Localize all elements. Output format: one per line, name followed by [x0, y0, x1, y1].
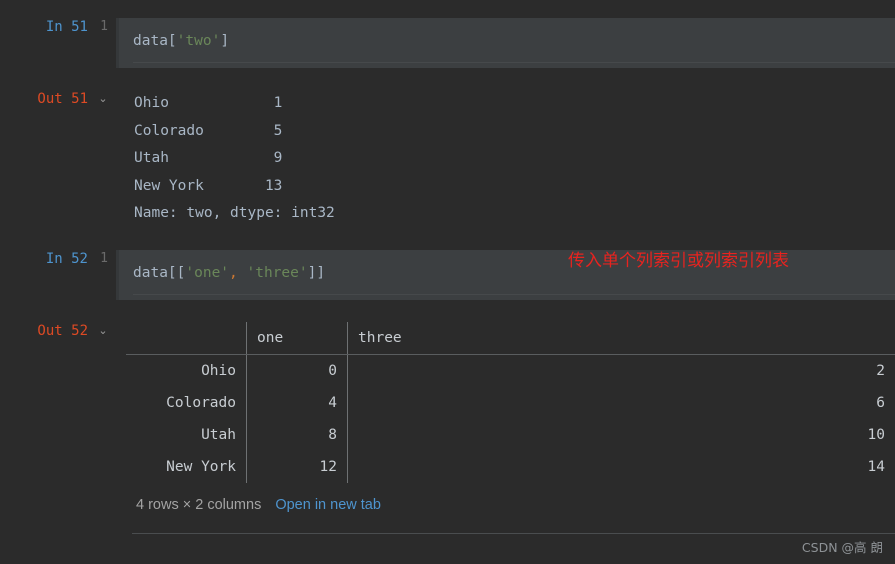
cell-value: 2: [876, 362, 885, 379]
output-line: New York 13: [134, 177, 283, 194]
cell-value: 0: [246, 354, 348, 387]
index-column-header: [126, 321, 247, 355]
cell-value: 12: [246, 450, 348, 483]
code-token-bracket: [: [167, 33, 177, 49]
line-number: 1: [100, 19, 108, 34]
dataframe-body: Ohio 0 2 Colorado 4 6 Utah 8 10 New York…: [126, 354, 895, 483]
code-cell-in-52[interactable]: In 52 1 data[['one', 'three']]: [0, 249, 895, 300]
code-token-name: data: [133, 264, 168, 281]
code-caret-underline: [133, 62, 895, 63]
code-token-bracket: ]: [220, 33, 230, 49]
column-header-one: one: [246, 321, 348, 355]
code-token-name: data: [133, 33, 168, 49]
bottom-divider: [132, 533, 895, 534]
cell-value: 8: [246, 418, 348, 451]
row-index-ohio: Ohio: [126, 354, 247, 387]
code-line-52: data[['one', 'three']]: [119, 250, 895, 282]
output-line: Ohio 1: [134, 95, 283, 111]
code-token-string: 'two': [176, 33, 221, 49]
output-line: Utah 9: [134, 150, 283, 166]
cell-value: 6: [876, 394, 885, 411]
in-prompt-51[interactable]: In 51: [0, 18, 88, 36]
notebook-root: In 51 1 data['two'] Out 51 ⌄ Ohio 1 Colo…: [0, 0, 895, 564]
dataframe-footer: 4 rows × 2 columns Open in new tab: [126, 483, 895, 513]
table-row: Colorado 4 6: [126, 386, 895, 419]
row-index-colorado: Colorado: [126, 386, 247, 419]
chevron-down-icon[interactable]: ⌄: [88, 322, 118, 340]
table-row: Ohio 0 2: [126, 354, 895, 387]
chevron-down-icon[interactable]: ⌄: [88, 90, 118, 108]
column-header-three: three: [347, 321, 895, 355]
dataframe-header: one three: [126, 321, 895, 355]
in-prompt-52[interactable]: In 52: [0, 250, 88, 268]
table-header-row: one three: [126, 321, 895, 355]
series-output-text-51: Ohio 1 Colorado 5 Utah 9 New York 13 Nam…: [118, 90, 895, 228]
output-line: Name: two, dtype: int32: [134, 205, 335, 221]
row-index-utah: Utah: [126, 418, 247, 451]
code-token-bracket: ]]: [307, 264, 326, 281]
table-row: Utah 8 10: [126, 418, 895, 451]
code-cell-in-51[interactable]: In 51 1 data['two']: [0, 18, 895, 68]
output-line: Colorado 5: [134, 122, 283, 139]
code-token-string: 'three': [246, 264, 308, 281]
dataframe-shape-text: 4 rows × 2 columns: [136, 496, 262, 513]
dataframe-output: one three Ohio 0 2 Colorado 4 6 Utah 8 1…: [118, 321, 895, 513]
table-row: New York 12 14: [126, 450, 895, 483]
code-token-string: 'one': [185, 264, 230, 281]
output-cell-out-52: Out 52 ⌄ one three Ohio 0 2 Colorado 4 6…: [0, 321, 895, 513]
code-token-comma: ,: [229, 264, 238, 281]
cell-value: 14: [867, 458, 885, 475]
code-token-bracket: [[: [167, 264, 186, 281]
line-number: 1: [100, 250, 108, 266]
cell-value: 10: [867, 426, 885, 443]
code-caret-underline: [133, 293, 895, 295]
output-cell-out-51: Out 51 ⌄ Ohio 1 Colorado 5 Utah 9 New Yo…: [0, 90, 895, 228]
open-in-new-tab-link[interactable]: Open in new tab: [275, 497, 381, 513]
cell-value: 4: [246, 386, 348, 419]
out-prompt-51[interactable]: Out 51: [0, 90, 88, 108]
code-line-51: data['two']: [119, 18, 895, 50]
code-editor-51[interactable]: data['two']: [116, 18, 895, 68]
dataframe-table: one three Ohio 0 2 Colorado 4 6 Utah 8 1…: [126, 321, 895, 483]
watermark-label: CSDN @高 朗: [801, 540, 883, 555]
out-prompt-52[interactable]: Out 52: [0, 322, 88, 340]
code-editor-52[interactable]: data[['one', 'three']]: [116, 249, 895, 300]
row-index-new-york: New York: [126, 450, 247, 483]
